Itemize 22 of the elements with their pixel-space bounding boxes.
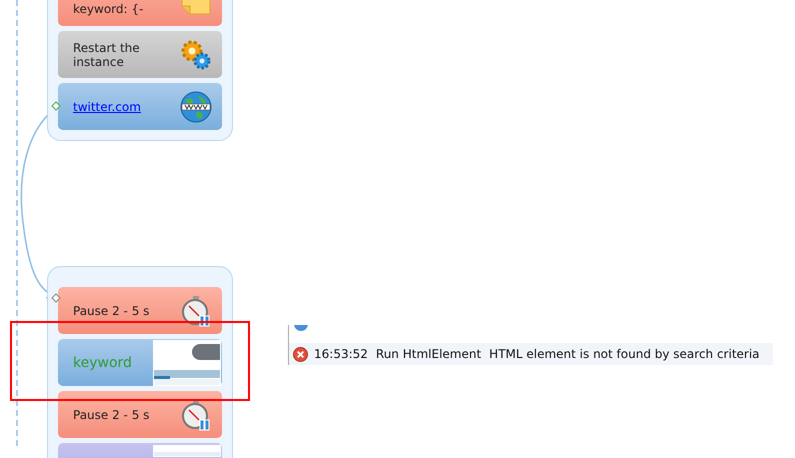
- step-link[interactable]: twitter.com: [73, 100, 168, 114]
- log-row[interactable]: 16:53:52 Run HtmlElement HTML element is not found by search criteria: [289, 343, 773, 365]
- connector-port-icon[interactable]: [51, 101, 61, 111]
- step-label: Pause 2 - 5 s: [73, 408, 150, 422]
- stopwatch-icon: [180, 398, 212, 430]
- log-action: Run HtmlElement: [376, 347, 482, 361]
- gears-icon: [180, 38, 212, 70]
- step-card[interactable]: Pause 2 - 5 s: [58, 287, 222, 334]
- step-label: Pause 2 - 5 s: [73, 304, 150, 318]
- stopwatch-icon: [180, 294, 212, 326]
- log-message: HTML element is not found by search criteria: [489, 347, 760, 361]
- step-label: Restart the instance: [73, 40, 141, 68]
- step-label: keyword: [73, 356, 133, 370]
- globe-icon: [180, 90, 212, 122]
- step-card[interactable]: twitter.com: [58, 83, 222, 130]
- step-card[interactable]: Restart the instance: [58, 31, 222, 78]
- step-label: keyword: {-: [73, 2, 144, 16]
- step-card[interactable]: keyword: {-: [58, 0, 222, 26]
- log-time: 16:53:52: [314, 347, 368, 361]
- step-card[interactable]: Pause 2 - 5 s: [58, 391, 222, 438]
- error-icon: [293, 346, 308, 362]
- connector-port-icon[interactable]: [51, 293, 61, 303]
